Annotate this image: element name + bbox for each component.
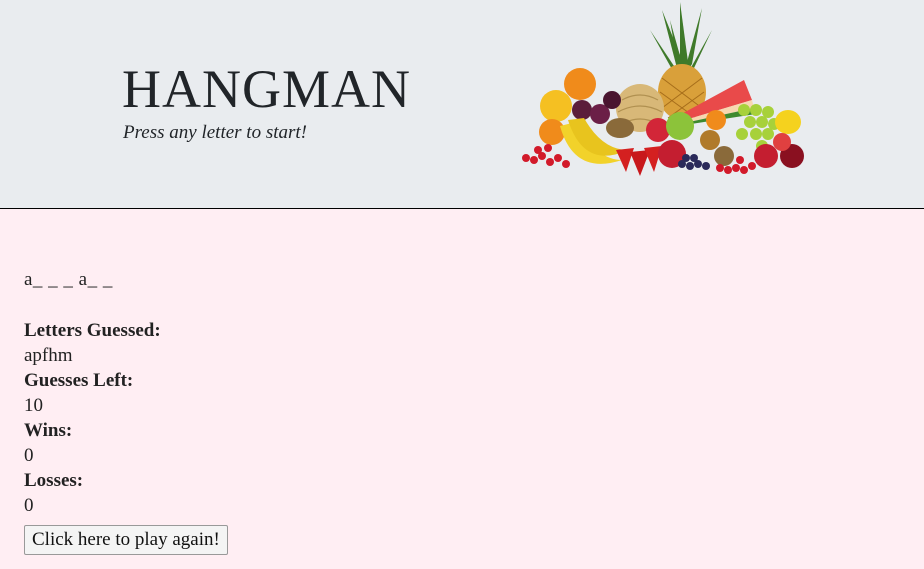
losses-label: Losses: [24, 470, 84, 491]
guesses-left-label: Guesses Left: [24, 370, 134, 391]
game-panel: a_ _ _ a_ _ Letters Guessed: apfhm Guess… [0, 209, 924, 569]
letters-guessed-value: apfhm [24, 345, 73, 366]
hidden-word: a_ _ _ a_ _ [24, 269, 113, 290]
play-again-button[interactable]: Click here to play again! [24, 525, 228, 555]
wins-value: 0 [24, 445, 34, 466]
letters-guessed-label: Letters Guessed: [24, 320, 161, 341]
guesses-left-value: 10 [24, 395, 43, 416]
losses-value: 0 [24, 495, 34, 516]
header: HANGMAN Press any letter to start! [0, 0, 924, 209]
stats-block: Letters Guessed: apfhm Guesses Left: 10 … [24, 318, 161, 518]
fruit-pile-icon [522, 2, 804, 176]
page-title: HANGMAN [122, 59, 411, 119]
page-subtitle: Press any letter to start! [123, 122, 307, 143]
wins-label: Wins: [24, 420, 73, 441]
